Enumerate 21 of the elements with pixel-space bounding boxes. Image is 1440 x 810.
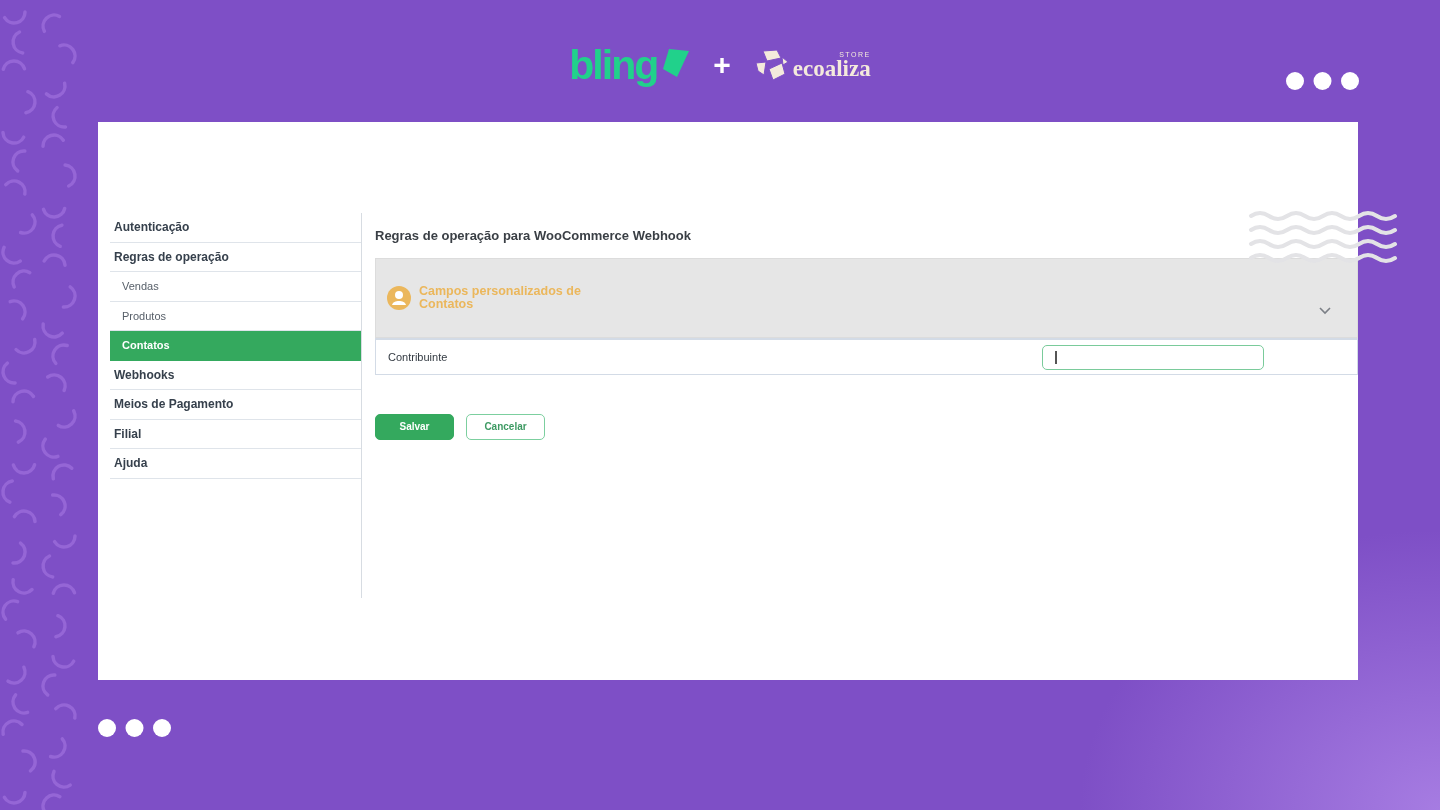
three-dots-icon	[98, 719, 171, 737]
field-label: Contribuinte	[388, 349, 448, 365]
plus-sign: +	[713, 50, 731, 80]
sidebar-item[interactable]: Autenticação	[110, 213, 361, 243]
sidebar-item[interactable]: Meios de Pagamento	[110, 390, 361, 420]
logo-wordmark: bling	[569, 44, 658, 86]
user-icon	[387, 286, 411, 310]
sidebar-item[interactable]: Vendas	[110, 272, 361, 302]
chevron-down-icon[interactable]	[1319, 307, 1331, 315]
sidebar-item[interactable]: Ajuda	[110, 449, 361, 479]
input-field[interactable]	[1042, 344, 1264, 370]
logo-wordmark: ecoaliza	[792, 56, 871, 80]
sidebar-item[interactable]: Filial	[110, 419, 361, 449]
three-dots-icon	[1286, 72, 1359, 90]
page-title: Regras de operação para WooCommerce Webhook	[375, 227, 691, 244]
sidebar-item[interactable]: Webhooks	[110, 360, 361, 390]
section-title: Campos personalizados de Contatos	[419, 285, 582, 311]
text-cursor-icon	[1055, 350, 1057, 364]
sidebar-item[interactable]: Regras de operação	[110, 242, 361, 272]
cancel-button[interactable]: Cancelar	[466, 414, 545, 440]
geometric-logo-icon	[754, 49, 789, 81]
